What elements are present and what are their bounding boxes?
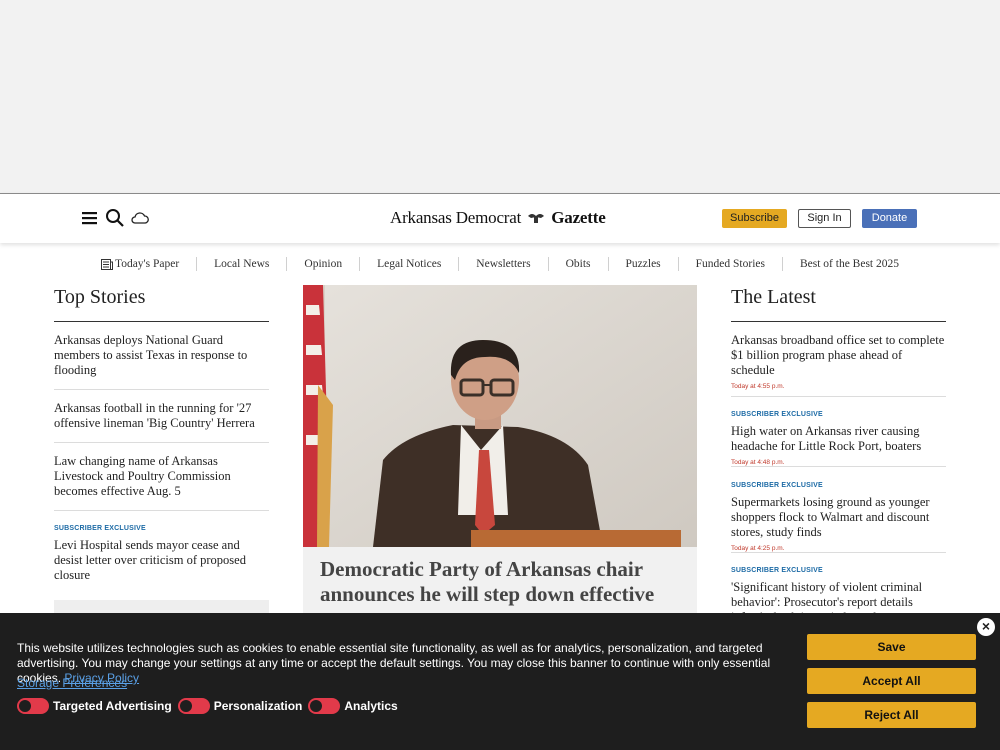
- ad-placeholder: [0, 0, 1000, 193]
- sign-in-button[interactable]: Sign In: [798, 209, 851, 228]
- analytics-toggle[interactable]: [308, 698, 341, 714]
- logo-text-right: Gazette: [551, 208, 606, 227]
- latest-story-3[interactable]: SUBSCRIBER EXCLUSIVE Supermarkets losing…: [731, 478, 946, 556]
- top-story-3[interactable]: Law changing name of Arkansas Livestock …: [54, 454, 269, 499]
- toggle-label: Targeted Advertising: [53, 699, 172, 713]
- latest-story-2[interactable]: SUBSCRIBER EXCLUSIVE High water on Arkan…: [731, 407, 946, 470]
- toggle-label: Analytics: [344, 699, 398, 713]
- story-timestamp: Today at 4:55 p.m.: [731, 383, 785, 390]
- logo-text-left: Arkansas Democrat: [390, 208, 522, 227]
- top-story-2[interactable]: Arkansas football in the running for '27…: [54, 401, 269, 431]
- divider: [54, 442, 269, 443]
- nav-best-of-the-best[interactable]: Best of the Best 2025: [781, 257, 916, 271]
- story-headline: High water on Arkansas river causing hea…: [731, 424, 922, 453]
- accept-all-button[interactable]: Accept All: [807, 668, 976, 694]
- nav-legal-notices[interactable]: Legal Notices: [359, 257, 458, 271]
- site-header: Arkansas Democrat Gazette Subscribe Sign…: [0, 193, 1000, 243]
- story-timestamp: Today at 4:48 p.m.: [731, 459, 785, 466]
- cookie-banner-text: This website utilizes technologies such …: [17, 641, 797, 686]
- nav-local-news[interactable]: Local News: [196, 257, 286, 271]
- top-story-1[interactable]: Arkansas deploys National Guard members …: [54, 333, 269, 378]
- search-icon[interactable]: [105, 208, 125, 228]
- storage-preferences-link[interactable]: Storage Preferences: [17, 676, 127, 690]
- divider: [731, 466, 946, 467]
- toggle-label: Personalization: [213, 699, 303, 713]
- nav-newsletters[interactable]: Newsletters: [458, 257, 547, 271]
- story-headline: Levi Hospital sends mayor cease and desi…: [54, 538, 246, 582]
- targeted-advertising-toggle[interactable]: [17, 698, 49, 714]
- subscriber-exclusive-tag: SUBSCRIBER EXCLUSIVE: [731, 567, 823, 574]
- divider: [54, 321, 269, 322]
- story-timestamp: Today at 4:25 p.m.: [731, 545, 785, 552]
- site-logo[interactable]: Arkansas Democrat Gazette: [390, 208, 612, 230]
- consent-toggles: Targeted Advertising Personalization Ana…: [17, 698, 404, 714]
- close-icon[interactable]: ×: [977, 618, 995, 636]
- toggle-knob: [19, 700, 31, 712]
- donate-button[interactable]: Donate: [862, 209, 917, 228]
- divider: [731, 321, 946, 322]
- reject-all-button[interactable]: Reject All: [807, 702, 976, 728]
- divider: [731, 396, 946, 397]
- personalization-toggle[interactable]: [177, 698, 210, 714]
- divider: [731, 552, 946, 553]
- cloud-weather-icon[interactable]: [130, 208, 150, 228]
- toggle-knob: [179, 700, 192, 712]
- nav-todays-paper[interactable]: Today's Paper: [84, 257, 196, 271]
- subscriber-exclusive-tag: SUBSCRIBER EXCLUSIVE: [54, 525, 146, 532]
- cookie-consent-banner: × This website utilizes technologies suc…: [0, 613, 1000, 750]
- subscriber-exclusive-tag: SUBSCRIBER EXCLUSIVE: [731, 482, 823, 489]
- divider: [54, 389, 269, 390]
- top-stories-heading: Top Stories: [54, 286, 146, 308]
- story-headline: Supermarkets losing ground as younger sh…: [731, 495, 930, 539]
- feature-headline[interactable]: Democratic Party of Arkansas chair annou…: [320, 557, 685, 607]
- newspaper-icon: [100, 258, 113, 270]
- divider: [54, 510, 269, 511]
- section-nav: Today's Paper Local News Opinion Legal N…: [0, 254, 1000, 274]
- nav-obits[interactable]: Obits: [547, 257, 608, 271]
- toggle-knob: [310, 700, 323, 712]
- subscribe-button[interactable]: Subscribe: [722, 209, 787, 228]
- nav-label: Today's Paper: [114, 258, 180, 270]
- feature-photo[interactable]: [303, 285, 697, 547]
- story-headline: Arkansas broadband office set to complet…: [731, 333, 945, 377]
- nav-funded-stories[interactable]: Funded Stories: [677, 257, 782, 271]
- menu-icon[interactable]: [80, 208, 100, 228]
- subscriber-exclusive-tag: SUBSCRIBER EXCLUSIVE: [731, 411, 823, 418]
- the-latest-heading: The Latest: [731, 286, 816, 308]
- nav-opinion[interactable]: Opinion: [286, 257, 359, 271]
- save-button[interactable]: Save: [807, 634, 976, 660]
- logo-eagle-icon: [528, 214, 545, 223]
- nav-puzzles[interactable]: Puzzles: [607, 257, 678, 271]
- top-story-4[interactable]: SUBSCRIBER EXCLUSIVE Levi Hospital sends…: [54, 521, 269, 583]
- latest-story-1[interactable]: Arkansas broadband office set to complet…: [731, 333, 946, 394]
